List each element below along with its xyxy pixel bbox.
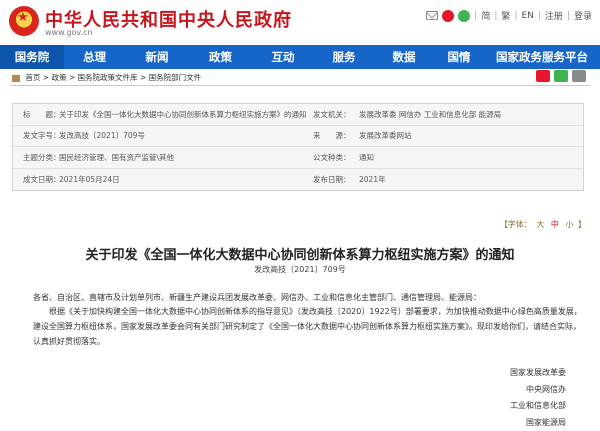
article-doc-number: 发改高技〔2021〕709号: [254, 265, 346, 274]
subject-value: 关于印发《全国一体化大数据中心协同创新体系算力枢纽实施方案》的通知: [59, 109, 307, 119]
nav-item-state-council[interactable]: 国务院: [0, 45, 64, 69]
signature-line: 国家能源局: [526, 417, 566, 427]
type-value: 通知: [359, 152, 374, 162]
signature-line: 中央网信办: [526, 384, 566, 394]
breadcrumb-policy[interactable]: 政策: [51, 73, 66, 82]
nav-item-service[interactable]: 服务: [314, 45, 374, 69]
home-icon: [12, 74, 20, 82]
font-medium-button[interactable]: 中: [551, 220, 559, 229]
login-link[interactable]: 登录: [574, 9, 592, 22]
breadcrumb-department-files[interactable]: 国务院部门文件: [149, 73, 202, 82]
nav-item-premier[interactable]: 总理: [64, 45, 125, 69]
document-info-table: 标 题： 关于印发《全国一体化大数据中心协同创新体系算力枢纽实施方案》的通知 发…: [12, 103, 584, 192]
share-bar: [536, 70, 586, 82]
simplified-link[interactable]: 简: [481, 9, 490, 22]
font-size-switcher: 【字体： 大 中 小 】: [499, 220, 586, 229]
signature-line: 国家发展改革委: [510, 368, 566, 377]
topic-label: 主题分类：: [23, 152, 61, 162]
org-label: 发文机关：: [313, 109, 351, 119]
signatures: 国家发展改革委 中央网信办 工业和信息化部 国家能源局: [510, 365, 566, 431]
breadcrumb: 首页 > 政策 > 国务院政策文件库 > 国务院部门文件: [12, 72, 201, 83]
publish-date-value: 2021年: [359, 175, 386, 185]
doc-number-label: 发文字号：: [23, 131, 61, 141]
nav-item-national-info[interactable]: 国情: [434, 45, 484, 69]
info-row: 标 题： 关于印发《全国一体化大数据中心协同创新体系算力枢纽实施方案》的通知 发…: [13, 104, 583, 126]
nav-item-policy[interactable]: 政策: [189, 45, 252, 69]
main-nav: 国务院 总理 新闻 政策 互动 服务 数据 国情 国家政务服务平台: [0, 45, 600, 69]
article-paragraph: 各省、自治区、直辖市及计划单列市、新疆生产建设兵团发展改革委、网信办、工业和信息…: [33, 293, 481, 302]
article-paragraph: 根据《关于加快构建全国一体化大数据中心协同创新体系的指导意见》（发改高技〔202…: [33, 307, 582, 346]
share-weibo-icon[interactable]: [536, 70, 550, 82]
divider: |: [514, 10, 518, 21]
article-title: 关于印发《全国一体化大数据中心协同创新体系算力枢纽实施方案》的通知: [85, 248, 515, 263]
divider: |: [494, 10, 498, 21]
wechat-icon[interactable]: [458, 9, 471, 22]
mail-icon[interactable]: [426, 11, 439, 20]
nav-item-interaction[interactable]: 互动: [252, 45, 314, 69]
top-links: | 简 | 繁 | EN | 注册 | 登录: [426, 9, 592, 22]
source-label: 来 源：: [313, 131, 351, 141]
divider: |: [537, 10, 541, 21]
traditional-link[interactable]: 繁: [501, 9, 510, 22]
nav-item-news[interactable]: 新闻: [125, 45, 189, 69]
written-date-value: 2021年05月24日: [59, 175, 120, 185]
print-icon[interactable]: [572, 70, 586, 82]
weibo-icon[interactable]: [442, 9, 455, 22]
written-date-label: 成文日期：: [23, 175, 61, 185]
divider: [10, 85, 590, 86]
share-wechat-icon[interactable]: [554, 70, 568, 82]
national-emblem-icon: [9, 6, 39, 36]
index-label: 标 题：: [23, 109, 61, 119]
nav-item-service-platform[interactable]: 国家政务服务平台: [484, 45, 600, 69]
signature-line: 工业和信息化部: [510, 401, 566, 410]
site-url: www.gov.cn: [45, 28, 93, 37]
register-link[interactable]: 注册: [545, 9, 563, 22]
publish-date-label: 发布日期：: [313, 175, 351, 185]
divider: |: [566, 10, 570, 21]
source-value: 发展改革委网站: [359, 131, 412, 141]
breadcrumb-home[interactable]: 首页: [25, 73, 40, 82]
topic-value: 国民经济管理、国有资产监管\其他: [59, 152, 175, 162]
info-row: 主题分类： 国民经济管理、国有资产监管\其他 公文种类： 通知: [13, 147, 583, 169]
type-label: 公文种类：: [313, 152, 351, 162]
info-row: 发文字号： 发改高技〔2021〕709号 来 源： 发展改革委网站: [13, 126, 583, 148]
font-large-button[interactable]: 大: [536, 220, 544, 229]
info-row: 成文日期： 2021年05月24日 发布日期： 2021年: [13, 169, 583, 191]
doc-number-value: 发改高技〔2021〕709号: [59, 131, 145, 141]
org-value: 发展改革委 网信办 工业和信息化部 能源局: [359, 109, 502, 119]
divider: |: [474, 10, 478, 21]
breadcrumb-policy-library[interactable]: 国务院政策文件库: [78, 73, 138, 82]
site-header: 中华人民共和国中央人民政府 www.gov.cn | 简 | 繁 | EN | …: [0, 0, 600, 45]
font-small-button[interactable]: 小: [565, 220, 573, 229]
nav-item-data[interactable]: 数据: [374, 45, 434, 69]
english-link[interactable]: EN: [521, 11, 533, 21]
